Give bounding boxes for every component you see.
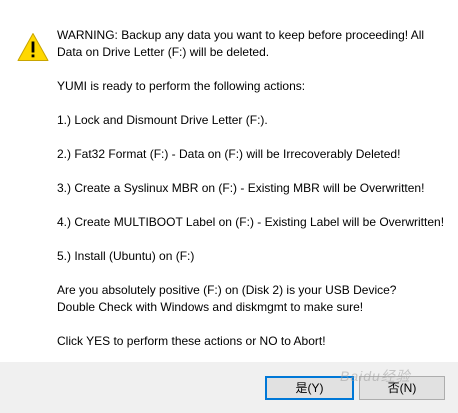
message-text: WARNING: Backup any data you want to kee… [57,27,449,350]
action-item-3: 3.) Create a Syslinux MBR on (F:) - Exis… [57,181,425,195]
no-button[interactable]: 否(N) [359,376,445,400]
confirmation-hint: Double Check with Windows and diskmgmt t… [57,300,364,314]
action-item-4: 4.) Create MULTIBOOT Label on (F:) - Exi… [57,215,445,229]
message-line: Data on Drive Letter (F:) will be delete… [57,45,270,59]
message-box-dialog: WARNING: Backup any data you want to kee… [0,0,458,413]
warning-icon [17,33,49,61]
instruction-text: Click YES to perform these actions or NO… [57,334,326,348]
action-item-2: 2.) Fat32 Format (F:) - Data on (F:) wil… [57,147,401,161]
message-line: WARNING: Backup any data you want to kee… [57,28,425,42]
yes-button[interactable]: 是(Y) [265,376,354,400]
message-content-area: WARNING: Backup any data you want to kee… [0,0,458,362]
action-item-5: 5.) Install (Ubuntu) on (F:) [57,249,195,263]
message-line: YUMI is ready to perform the following a… [57,79,306,93]
action-item-1: 1.) Lock and Dismount Drive Letter (F:). [57,113,268,127]
confirmation-question: Are you absolutely positive (F:) on (Dis… [57,283,397,297]
